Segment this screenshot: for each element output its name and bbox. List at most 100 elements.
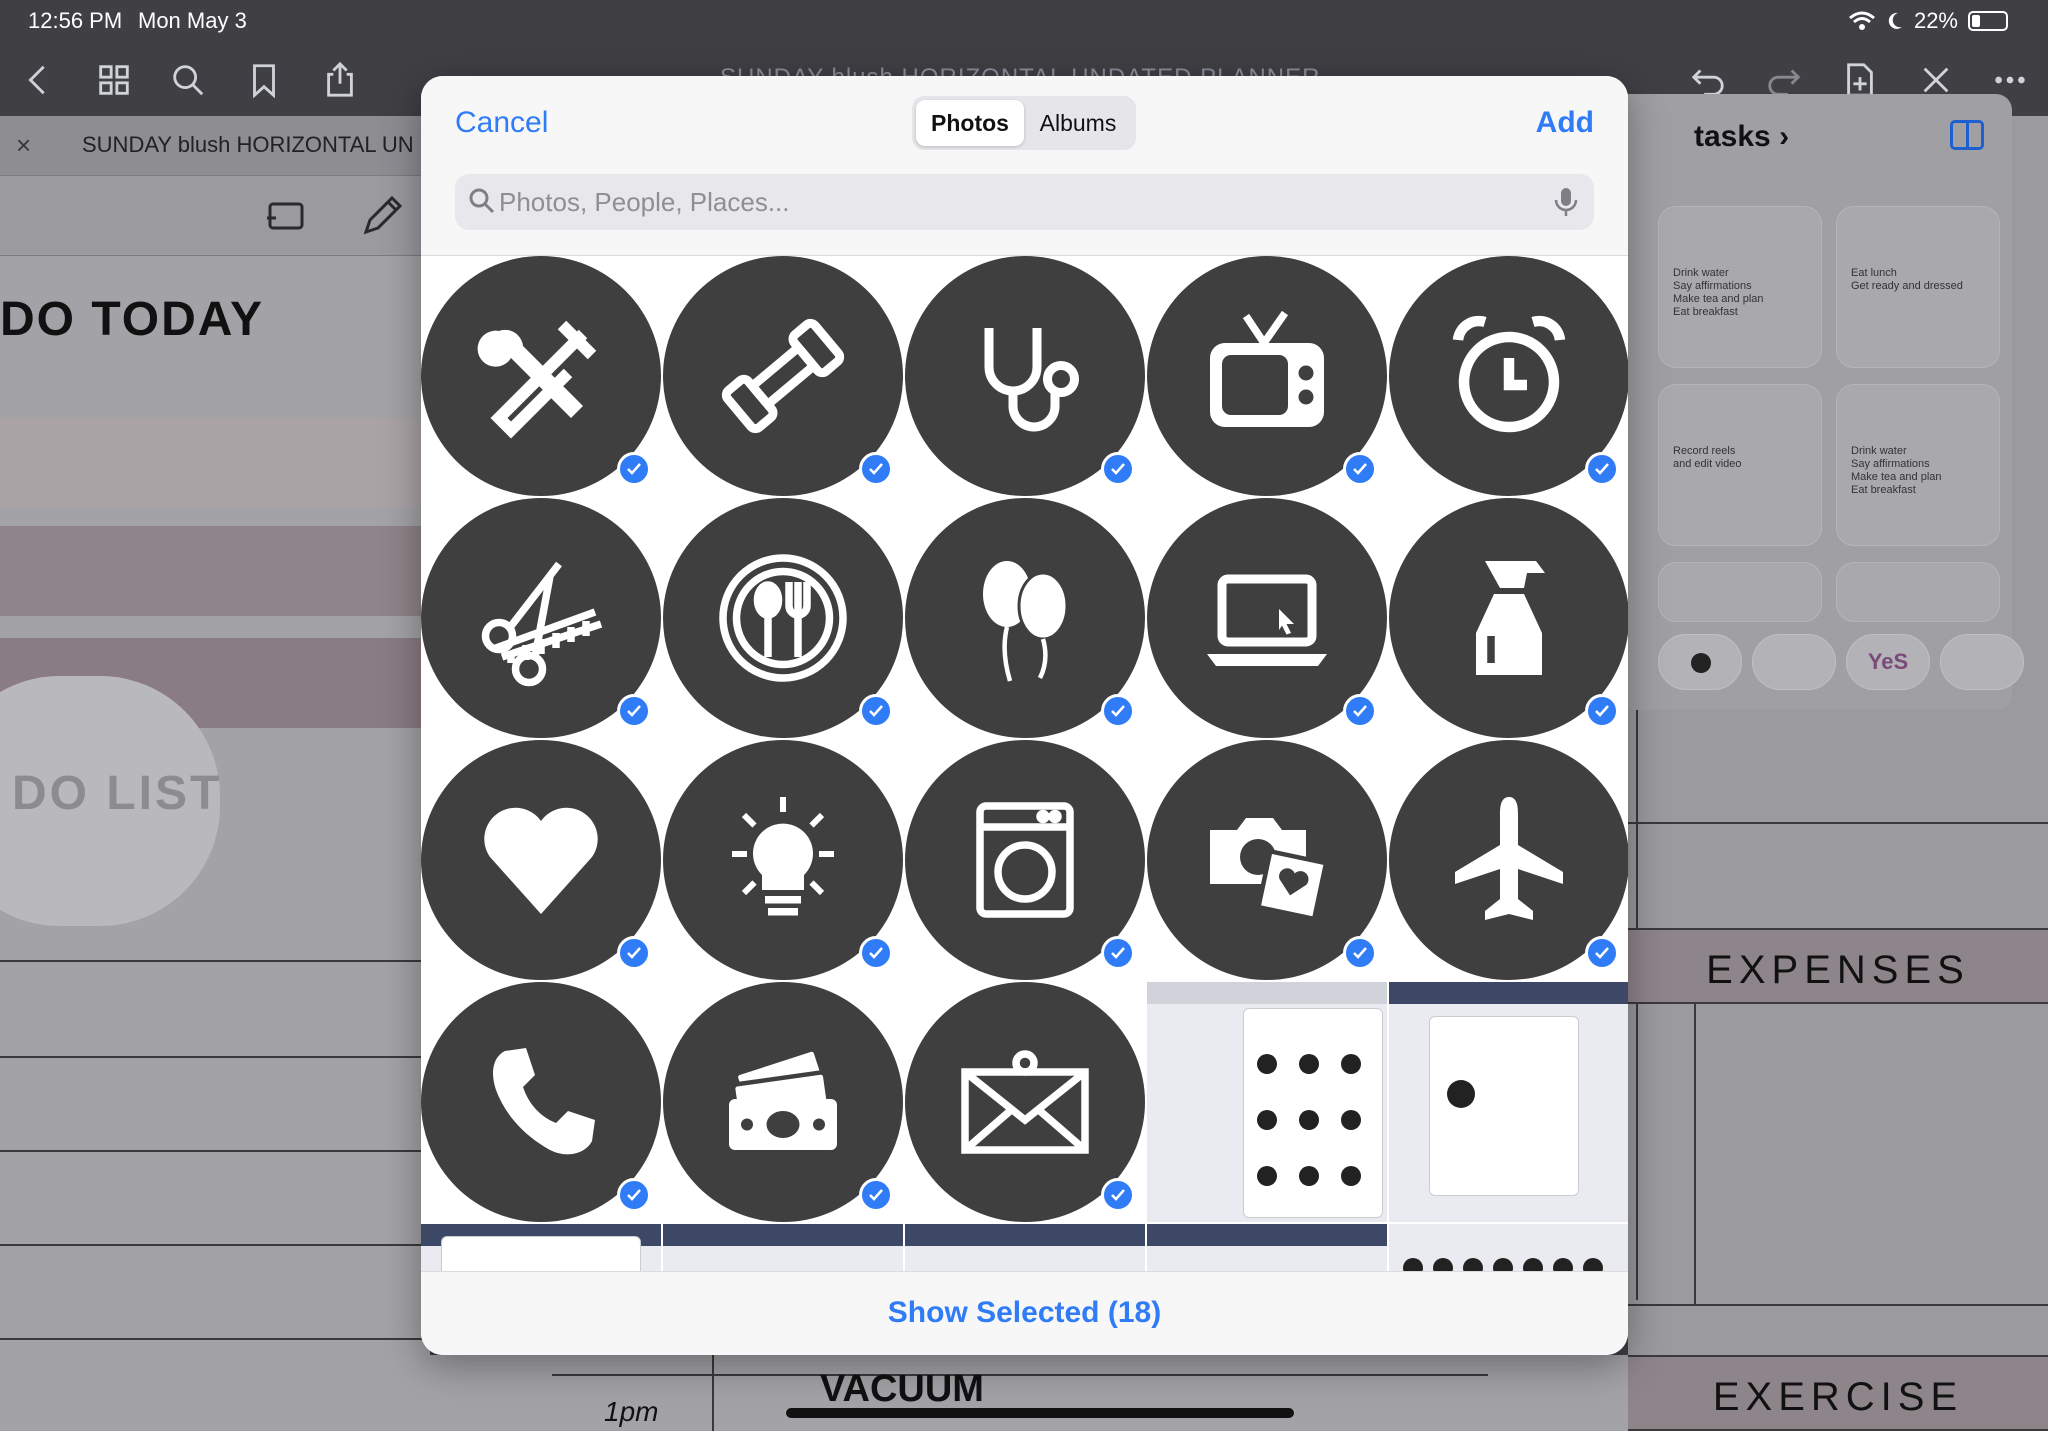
tab-photos[interactable]: Photos (916, 100, 1024, 146)
cancel-button[interactable]: Cancel (455, 106, 548, 140)
sticker-chip[interactable] (1940, 634, 2024, 690)
photo-thumbnail[interactable] (421, 982, 661, 1222)
sticker-line: Make tea and plan (1851, 471, 1942, 483)
photo-thumbnail[interactable] (663, 256, 903, 496)
selected-check-icon (617, 452, 651, 486)
selected-check-icon (1343, 936, 1377, 970)
tools-icon (477, 320, 597, 439)
money-icon (729, 1047, 837, 1150)
laptop-icon (1207, 574, 1327, 666)
camera-photo-icon (1210, 818, 1329, 922)
document-tab[interactable]: × SUNDAY blush HORIZONTAL UN (0, 116, 430, 176)
add-button[interactable]: Add (1536, 106, 1594, 140)
airplane-icon (1455, 797, 1563, 920)
stickers-sidebar: tasks › Drink water Say affirmations Mak… (1612, 94, 2012, 710)
photo-thumbnail[interactable] (905, 982, 1145, 1222)
do-today-heading: DO TODAY (0, 293, 265, 346)
status-date: Mon May 3 (138, 8, 247, 33)
grid-icon (99, 65, 129, 95)
sticker-line: Record reels (1673, 445, 1736, 457)
planner-page-left: DO TODAY DO LIST (0, 256, 430, 1431)
photo-thumbnail[interactable] (1389, 256, 1628, 496)
exercise-heading: EXERCISE (1712, 1375, 1964, 1419)
sticker-card[interactable] (1836, 562, 2000, 622)
scissors-comb-icon (481, 561, 603, 687)
tab-close-button[interactable]: × (16, 130, 31, 161)
selected-check-icon (859, 936, 893, 970)
photo-thumbnail[interactable] (1147, 740, 1387, 980)
sticker-line: Eat lunch (1851, 267, 1897, 279)
selected-check-icon (1343, 452, 1377, 486)
sticker-chip-yes[interactable]: YeS (1846, 634, 1930, 690)
sticker-line: Eat breakfast (1673, 306, 1738, 318)
selected-check-icon (1101, 694, 1135, 728)
screenshot-thumbnail[interactable] (1389, 982, 1628, 1222)
screenshot-thumbnail[interactable] (1147, 982, 1387, 1222)
sidebar-title[interactable]: tasks › (1694, 120, 1789, 154)
photo-thumbnail[interactable] (905, 498, 1145, 738)
exercise-header: EXERCISE (1628, 1355, 2048, 1431)
photo-thumbnail[interactable] (905, 740, 1145, 980)
photo-thumbnail[interactable] (421, 498, 661, 738)
sticker-card[interactable]: Eat lunch Get ready and dressed (1836, 206, 2000, 368)
selected-check-icon (859, 694, 893, 728)
show-selected-button[interactable]: Show Selected (18) (421, 1296, 1628, 1330)
divider (1628, 1304, 2048, 1306)
expenses-header: EXPENSES (1628, 928, 2048, 1004)
sticker-line: Drink water (1851, 445, 1907, 457)
share-button[interactable] (316, 56, 364, 104)
time-label: 1pm (604, 1396, 659, 1427)
divider (1694, 1000, 1696, 1305)
lasso-icon[interactable] (264, 194, 310, 240)
pencil-icon[interactable] (358, 194, 404, 240)
back-button[interactable] (14, 56, 62, 104)
heart-icon (484, 807, 598, 914)
tab-albums[interactable]: Albums (1024, 100, 1132, 146)
photo-thumbnail[interactable] (663, 498, 903, 738)
photo-thumbnail[interactable] (1147, 498, 1387, 738)
photo-thumbnail[interactable] (1389, 740, 1628, 980)
search-input[interactable] (499, 178, 1519, 226)
sticker-card[interactable]: Drink water Say affirmations Make tea an… (1658, 206, 1822, 368)
bookmark-icon (253, 64, 275, 99)
sticker-card[interactable]: Record reels and edit video (1658, 384, 1822, 546)
search-button[interactable] (164, 56, 212, 104)
moon-icon (1888, 12, 1902, 29)
selected-check-icon (1101, 936, 1135, 970)
washing-machine-icon (976, 802, 1074, 918)
tab-title: SUNDAY blush HORIZONTAL UN (82, 132, 414, 157)
left-document-panel: × SUNDAY blush HORIZONTAL UN DO TODAY DO… (0, 116, 430, 1431)
photo-thumbnail[interactable] (421, 256, 661, 496)
selected-check-icon (617, 936, 651, 970)
photo-thumbnail[interactable] (1147, 256, 1387, 496)
sticker-card[interactable]: Drink water Say affirmations Make tea an… (1836, 384, 2000, 546)
share-icon (327, 61, 353, 97)
photo-thumbnail[interactable] (663, 740, 903, 980)
bookmark-button[interactable] (240, 56, 288, 104)
microphone-icon[interactable] (1552, 186, 1580, 218)
photo-thumbnail[interactable] (421, 740, 661, 980)
sticker-card[interactable] (1658, 562, 1822, 622)
battery-icon (1968, 11, 2008, 31)
photo-grid (421, 256, 1628, 1299)
photo-thumbnail[interactable] (1389, 498, 1628, 738)
spray-bottle-icon (1476, 561, 1545, 675)
sticker-chip[interactable] (1752, 634, 1836, 690)
selected-check-icon (617, 1178, 651, 1212)
divider (552, 1374, 1488, 1376)
photo-thumbnail[interactable] (905, 256, 1145, 496)
vacuum-sticker: VACUUM (820, 1368, 984, 1410)
selected-check-icon (1585, 452, 1619, 486)
grid-view-button[interactable] (90, 56, 138, 104)
photo-thumbnail[interactable] (663, 982, 903, 1222)
envelope-icon (961, 1050, 1089, 1154)
divider (0, 1338, 430, 1340)
home-indicator[interactable] (786, 1408, 1294, 1418)
sticker-chip[interactable] (1658, 634, 1742, 690)
picker-footer: Show Selected (18) (421, 1271, 1628, 1355)
sticker-line: Make tea and plan (1673, 293, 1764, 305)
sidebar-toggle-icon[interactable] (1950, 120, 1984, 150)
picker-segmented-control: Photos Albums (912, 96, 1136, 150)
chevron-left-icon (28, 65, 45, 95)
photo-picker-sheet: Cancel Photos Albums Add Photos, People,… (421, 76, 1628, 1355)
